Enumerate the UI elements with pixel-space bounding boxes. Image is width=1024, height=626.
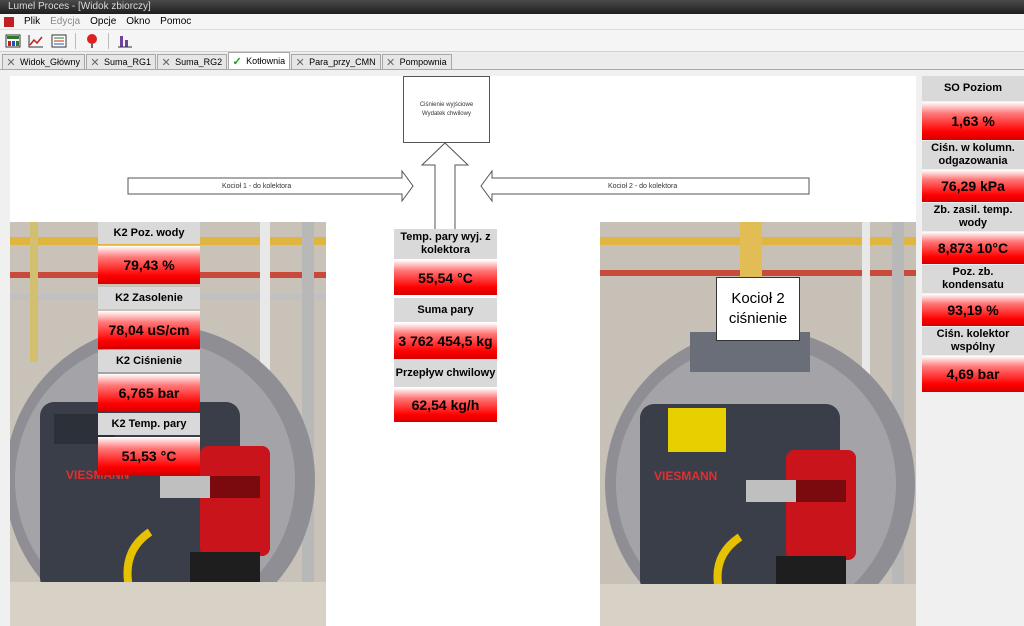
tab-suma-rg2[interactable]: ✕ Suma_RG2 [157, 54, 228, 69]
k2-temp-pary-value: 51,53 °C [98, 437, 200, 475]
window-title-bar: Lumel Proces - [Widok zbiorczy] [0, 0, 1024, 14]
k2-temp-pary-label: K2 Temp. pary [98, 413, 200, 435]
chart-icon[interactable] [27, 32, 45, 50]
poz-kond-label: Poz. zb. kondensatu [922, 265, 1024, 293]
close-icon[interactable]: ✕ [5, 56, 17, 69]
cisn-kolumny-label: Ciśn. w kolumn. odgazowania [922, 141, 1024, 169]
tab-suma-rg1[interactable]: ✕ Suma_RG1 [86, 54, 157, 69]
zb-zasil-label: Zb. zasil. temp. wody [922, 203, 1024, 231]
przeplyw-label: Przepływ chwilowy [394, 359, 497, 387]
temp-pary-kolektor-label: Temp. pary wyj. z kolektora [394, 229, 497, 259]
menu-bar: Plik Edycja Opcje Okno Pomoc [0, 14, 1024, 30]
k2-cisnienie-label: K2 Ciśnienie [98, 350, 200, 372]
boiler-2-brand: VIESMANN [654, 469, 717, 483]
arrow-label-kociol2: Kocioł 2 - do kolektora [608, 183, 678, 190]
so-poziom-label: SO Poziom [922, 76, 1024, 101]
tab-label: Para_przy_CMN [309, 57, 376, 67]
window-title: Lumel Proces - [Widok zbiorczy] [8, 1, 151, 12]
tab-pompownia[interactable]: ✕ Pompownia [381, 54, 452, 69]
note-box: Ciśnienie wyjściowe Wydatek chwilowy [403, 76, 490, 143]
toolbar [0, 30, 1024, 52]
k2-poz-wody-label: K2 Poz. wody [98, 222, 200, 244]
note-line: Ciśnienie wyjściowe [419, 102, 474, 108]
k2-zasolenie-value: 78,04 uS/cm [98, 311, 200, 349]
tab-label: Widok_Główny [20, 57, 81, 67]
close-icon[interactable]: ✕ [89, 56, 101, 69]
cisn-kolektor-label: Ciśn. kolektor wspólny [922, 327, 1024, 355]
temp-pary-kolektor-value: 55,54 °C [394, 260, 497, 295]
menu-pomoc[interactable]: Pomoc [155, 16, 196, 27]
so-poziom-value: 1,63 % [922, 102, 1024, 140]
cisn-kolektor-value: 4,69 bar [922, 356, 1024, 392]
menu-opcje[interactable]: Opcje [85, 16, 121, 27]
zb-zasil-value: 8,873 10°C [922, 232, 1024, 264]
level-chart-icon[interactable] [116, 32, 134, 50]
tab-label: Pompownia [399, 57, 447, 67]
tab-kotlownia[interactable]: ✓ Kotłownia [228, 52, 291, 69]
tab-label: Suma_RG2 [175, 57, 223, 67]
toolbar-separator [75, 32, 76, 49]
poz-kond-value: 93,19 % [922, 294, 1024, 326]
suma-pary-value: 3 762 454,5 kg [394, 323, 497, 359]
note-line: Wydatek chwilowy [422, 111, 471, 117]
tab-label: Suma_RG1 [104, 57, 152, 67]
arrow-label-kociol1: Kocioł 1 - do kolektora [222, 183, 292, 190]
k2-zasolenie-label: K2 Zasolenie [98, 287, 200, 309]
cisn-kolumny-value: 76,29 kPa [922, 170, 1024, 202]
kociol2-cisnienie-callout[interactable]: Kocioł 2 ciśnienie [716, 277, 800, 341]
tab-para-przy-cmn[interactable]: ✕ Para_przy_CMN [291, 54, 381, 69]
app-icon[interactable] [4, 16, 14, 27]
tab-widok-glowny[interactable]: ✕ Widok_Główny [2, 54, 86, 69]
k2-poz-wody-value: 79,43 % [98, 246, 200, 284]
przeplyw-value: 62,54 kg/h [394, 388, 497, 422]
close-icon[interactable]: ✕ [160, 56, 172, 69]
arrow-collector-up [420, 142, 470, 230]
tab-label: Kotłownia [246, 56, 286, 66]
menu-plik[interactable]: Plik [19, 16, 45, 27]
toolbar-separator [108, 32, 109, 49]
checkmark-icon: ✓ [232, 55, 242, 68]
table-view-icon[interactable] [4, 32, 22, 50]
menu-edycja[interactable]: Edycja [45, 16, 85, 27]
k2-cisnienie-value: 6,765 bar [98, 374, 200, 412]
alarm-icon[interactable] [83, 32, 101, 50]
close-icon[interactable]: ✕ [294, 56, 306, 69]
close-icon[interactable]: ✕ [385, 56, 397, 69]
menu-okno[interactable]: Okno [121, 16, 155, 27]
suma-pary-label: Suma pary [394, 298, 497, 322]
report-icon[interactable] [50, 32, 68, 50]
tab-bar: ✕ Widok_Główny ✕ Suma_RG1 ✕ Suma_RG2 ✓ Kotło… [0, 52, 1024, 70]
